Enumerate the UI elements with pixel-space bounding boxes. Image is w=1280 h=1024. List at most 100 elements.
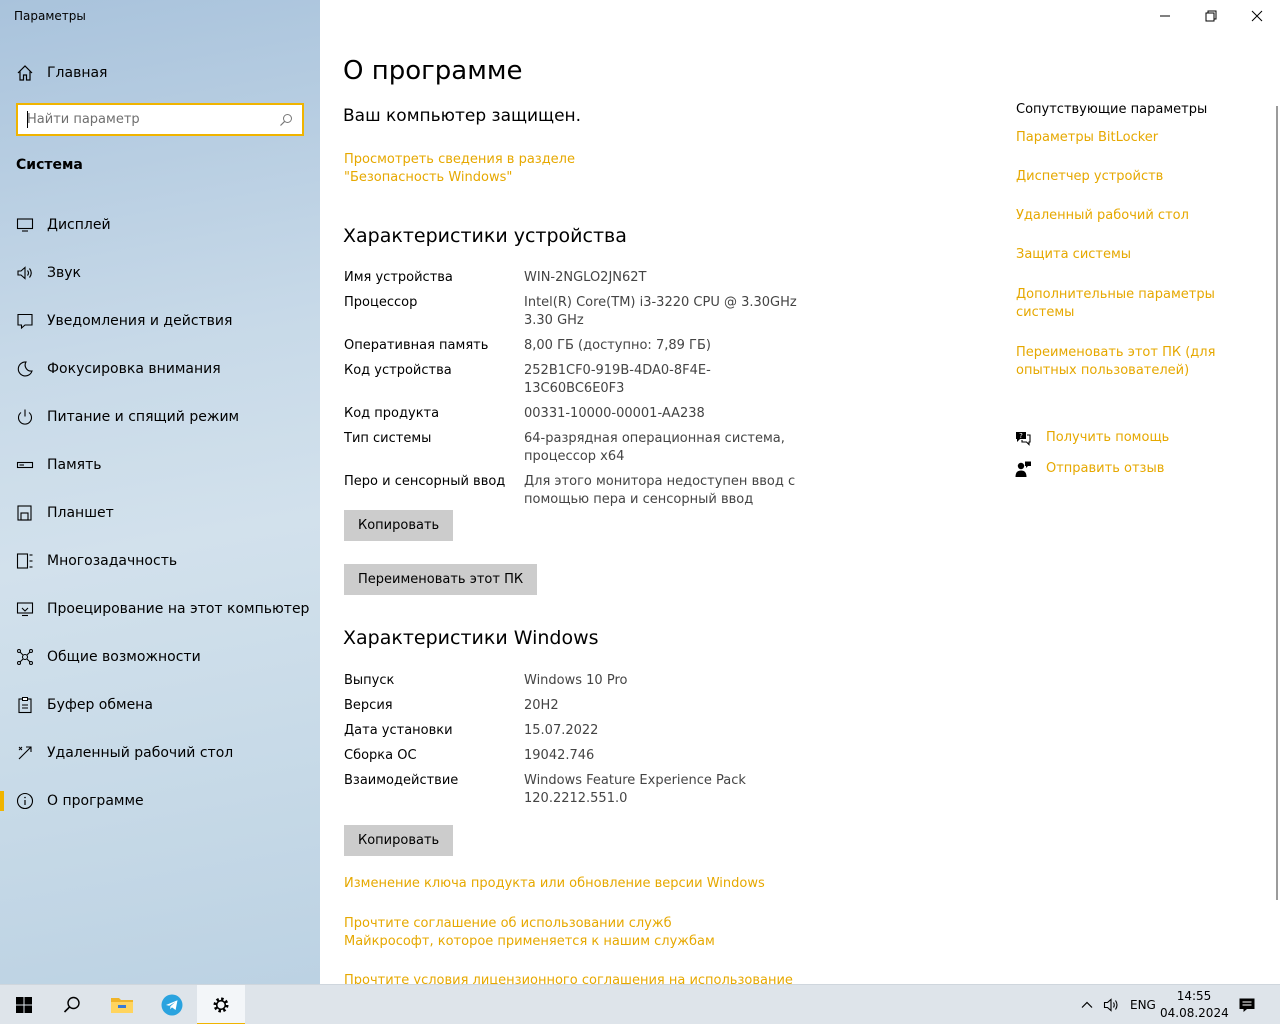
sidebar-item-label: Удаленный рабочий стол <box>47 745 234 761</box>
spec-row: Выпуск Windows 10 Pro <box>344 672 804 690</box>
spec-value: 252B1CF0-919B-4DA0-8F4E-13C60BC6E0F3 <box>524 363 711 396</box>
search-icon[interactable] <box>279 113 293 127</box>
action-center-button[interactable] <box>1238 985 1256 1024</box>
show-hidden-icons-button[interactable] <box>1080 985 1094 1024</box>
related-settings-title: Сопутствующие параметры <box>1016 102 1208 117</box>
app-title: Параметры <box>14 9 86 23</box>
windows-logo-icon <box>16 997 32 1013</box>
windows-specs-heading: Характеристики Windows <box>343 627 599 649</box>
spec-key: Перо и сенсорный ввод <box>344 474 506 489</box>
taskbar: ENG 14:55 04.08.2024 <box>0 984 1280 1024</box>
focus-assist-icon <box>16 360 34 378</box>
change-product-key-link[interactable]: Изменение ключа продукта или обновление … <box>344 875 804 893</box>
spec-key: Код устройства <box>344 363 452 378</box>
sidebar-item-focus-assist[interactable]: Фокусировка внимания <box>0 345 320 393</box>
taskbar-search-button[interactable] <box>48 985 96 1024</box>
clock[interactable]: 14:55 04.08.2024 <box>1160 988 1229 1022</box>
spec-value: 15.07.2022 <box>524 723 599 738</box>
windows-specs-table: Выпуск Windows 10 Pro Версия 20H2 Дата у… <box>344 672 804 808</box>
telegram-button[interactable] <box>148 985 196 1024</box>
remote-desktop-link[interactable]: Удаленный рабочий стол <box>1016 207 1236 225</box>
settings-taskbar-button[interactable] <box>197 985 245 1024</box>
spec-row: Тип системы 64-разрядная операционная си… <box>344 430 804 466</box>
svg-text:?: ? <box>1019 432 1023 440</box>
spec-value: Windows 10 Pro <box>524 673 628 688</box>
sidebar: Параметры Главная Система Дисплей Звук <box>0 0 320 984</box>
windows-security-link[interactable]: Просмотреть сведения в разделе "Безопасн… <box>344 151 674 187</box>
restore-button[interactable] <box>1188 0 1234 32</box>
bitlocker-settings-link[interactable]: Параметры BitLocker <box>1016 129 1236 147</box>
sidebar-item-multitasking[interactable]: Многозадачность <box>0 537 320 585</box>
restore-icon <box>1205 10 1217 22</box>
notifications-icon <box>16 312 34 330</box>
sidebar-item-projecting[interactable]: Проецирование на этот компьютер <box>0 585 320 633</box>
spec-key: Процессор <box>344 295 418 310</box>
sidebar-item-notifications[interactable]: Уведомления и действия <box>0 297 320 345</box>
services-agreement-link[interactable]: Прочтите соглашение об использовании слу… <box>344 915 754 951</box>
feedback-row[interactable]: Отправить отзыв <box>1014 460 1164 478</box>
minimize-icon <box>1160 15 1170 17</box>
advanced-system-settings-link[interactable]: Дополнительные параметры системы <box>1016 286 1216 322</box>
sidebar-item-tablet[interactable]: Планшет <box>0 489 320 537</box>
spec-row: Сборка ОС 19042.746 <box>344 747 804 765</box>
sidebar-item-sound[interactable]: Звук <box>0 249 320 297</box>
system-protection-link[interactable]: Защита системы <box>1016 246 1236 264</box>
send-feedback-link[interactable]: Отправить отзыв <box>1046 460 1164 478</box>
spec-key: Оперативная память <box>344 338 489 353</box>
rename-pc-advanced-link[interactable]: Переименовать этот ПК (для опытных польз… <box>1016 344 1216 380</box>
start-button[interactable] <box>0 985 48 1024</box>
minimize-button[interactable] <box>1142 0 1188 32</box>
spec-key: Взаимодействие <box>344 773 459 788</box>
spec-row: Взаимодействие Windows Feature Experienc… <box>344 772 804 808</box>
sidebar-item-label: Планшет <box>47 505 114 521</box>
close-icon <box>1251 10 1263 22</box>
search-box[interactable] <box>16 103 304 136</box>
telegram-icon <box>161 994 183 1016</box>
spec-value: 8,00 ГБ (доступно: 7,89 ГБ) <box>524 338 711 353</box>
sidebar-item-power[interactable]: Питание и спящий режим <box>0 393 320 441</box>
home-link[interactable]: Главная <box>0 56 320 90</box>
sidebar-item-label: Проецирование на этот компьютер <box>47 601 310 617</box>
sidebar-item-shared-experiences[interactable]: Общие возможности <box>0 633 320 681</box>
sidebar-item-remote-desktop[interactable]: Удаленный рабочий стол <box>0 729 320 777</box>
get-help-row[interactable]: ? Получить помощь <box>1014 429 1169 447</box>
spec-key: Дата установки <box>344 723 453 738</box>
spec-row: Код устройства 252B1CF0-919B-4DA0-8F4E-1… <box>344 362 804 398</box>
language-indicator[interactable]: ENG <box>1130 985 1156 1024</box>
sidebar-item-label: Память <box>47 457 102 473</box>
volume-button[interactable] <box>1103 985 1121 1024</box>
file-explorer-icon <box>111 998 133 1013</box>
sidebar-item-display[interactable]: Дисплей <box>0 201 320 249</box>
copy-windows-specs-button[interactable]: Копировать <box>344 825 454 856</box>
projecting-icon <box>16 600 34 618</box>
spec-key: Код продукта <box>344 406 440 421</box>
rename-pc-button[interactable]: Переименовать этот ПК <box>344 564 538 595</box>
device-manager-link[interactable]: Диспетчер устройств <box>1016 168 1236 186</box>
chevron-up-icon <box>1081 1001 1093 1008</box>
spec-value: 64-разрядная операционная система, проце… <box>524 431 785 464</box>
scrollbar[interactable] <box>1276 106 1278 900</box>
sidebar-item-about[interactable]: О программе <box>0 777 320 825</box>
license-terms-link[interactable]: Прочтите условия лицензионного соглашени… <box>344 972 804 984</box>
sidebar-item-label: Уведомления и действия <box>47 313 233 329</box>
spec-row: Дата установки 15.07.2022 <box>344 722 804 740</box>
file-explorer-button[interactable] <box>98 985 146 1024</box>
sidebar-item-label: Буфер обмена <box>47 697 153 713</box>
device-specs-heading: Характеристики устройства <box>343 225 627 247</box>
spec-key: Имя устройства <box>344 270 453 285</box>
remote-desktop-icon <box>16 744 34 762</box>
spec-key: Версия <box>344 698 393 713</box>
shared-experiences-icon <box>16 648 34 666</box>
sidebar-item-clipboard[interactable]: Буфер обмена <box>0 681 320 729</box>
spec-value: Intel(R) Core(TM) i3-3220 CPU @ 3.30GHz … <box>524 295 797 328</box>
storage-icon <box>16 456 34 474</box>
sidebar-item-storage[interactable]: Память <box>0 441 320 489</box>
spec-key: Выпуск <box>344 673 395 688</box>
close-button[interactable] <box>1234 0 1280 32</box>
search-input[interactable] <box>18 105 279 134</box>
copy-device-specs-button[interactable]: Копировать <box>344 510 454 541</box>
get-help-link[interactable]: Получить помощь <box>1046 429 1169 447</box>
sidebar-item-label: Фокусировка внимания <box>47 361 221 377</box>
get-help-icon: ? <box>1016 432 1031 446</box>
protection-status: Ваш компьютер защищен. <box>343 106 582 126</box>
